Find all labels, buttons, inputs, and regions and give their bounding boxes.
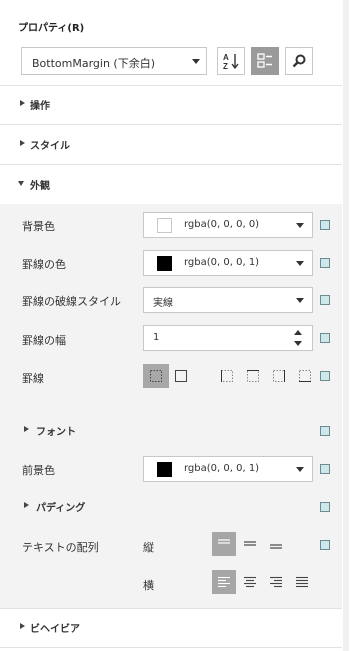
background-color-label: 背景色 [22, 220, 55, 233]
align-bottom-button[interactable] [264, 532, 288, 556]
search-button[interactable] [285, 47, 313, 75]
section-style[interactable]: スタイル [0, 125, 342, 164]
chevron-down-icon [192, 59, 200, 64]
align-top-icon [218, 539, 230, 544]
chevron-down-icon [296, 261, 304, 266]
border-color-value: rgba(0, 0, 0, 1) [184, 257, 260, 268]
border-box-icon [175, 370, 187, 382]
border-width-label: 罫線の幅 [22, 334, 66, 347]
border-width-stepper[interactable]: 1 [143, 325, 313, 351]
border-right-button[interactable] [266, 364, 292, 388]
border-dash-style-select[interactable]: 実線 [143, 287, 313, 313]
font-label: フォント [36, 427, 76, 438]
border-dotted-icon [150, 370, 162, 382]
align-bottom-icon [270, 544, 282, 549]
align-middle-button[interactable] [238, 532, 262, 556]
background-color-value: rgba(0, 0, 0, 0) [184, 219, 260, 230]
chevron-down-icon [296, 298, 304, 303]
border-top-button[interactable] [240, 364, 266, 388]
chevron-down-icon [18, 181, 24, 186]
sort-az-icon: A Z [223, 53, 239, 71]
border-dash-style-value: 実線 [153, 298, 173, 309]
search-icon [292, 54, 306, 68]
text-alignment-label: テキストの配列 [22, 541, 99, 554]
property-marker-icon[interactable] [320, 295, 330, 305]
border-bottom-button[interactable] [292, 364, 318, 388]
padding-group-toggle[interactable]: パディング [0, 494, 310, 518]
align-left-button[interactable] [212, 570, 236, 594]
align-justify-icon [296, 576, 308, 588]
scrollbar-thumb[interactable] [343, 0, 349, 651]
property-marker-icon[interactable] [320, 502, 330, 512]
border-all-button[interactable] [143, 364, 169, 388]
property-marker-icon[interactable] [320, 258, 330, 268]
align-right-button[interactable] [264, 570, 288, 594]
border-left-icon [221, 370, 233, 382]
chevron-down-icon [296, 223, 304, 228]
border-color-label: 罫線の色 [22, 258, 66, 271]
border-left-button[interactable] [214, 364, 240, 388]
stepper-up-icon[interactable] [294, 330, 302, 335]
section-style-label: スタイル [30, 141, 70, 152]
foreground-color-value: rgba(0, 0, 0, 1) [184, 463, 260, 474]
horizontal-alignment-label: 横 [143, 579, 154, 592]
chevron-right-icon [20, 140, 25, 146]
align-center-button[interactable] [238, 570, 262, 594]
property-marker-icon[interactable] [320, 333, 330, 343]
borders-label: 罫線 [22, 372, 44, 385]
property-marker-icon[interactable] [320, 464, 330, 474]
section-behavior[interactable]: ビヘイビア [0, 609, 342, 647]
property-marker-icon[interactable] [320, 540, 330, 550]
border-top-icon [247, 370, 259, 382]
align-right-icon [270, 576, 282, 588]
border-color-picker[interactable]: rgba(0, 0, 0, 1) [143, 250, 313, 276]
align-center-icon [244, 576, 256, 588]
divider [0, 647, 342, 648]
vertical-alignment-label: 縦 [143, 541, 154, 554]
property-marker-icon[interactable] [320, 371, 330, 381]
border-box-button[interactable] [168, 364, 194, 388]
foreground-color-picker[interactable]: rgba(0, 0, 0, 1) [143, 456, 313, 482]
align-justify-button[interactable] [290, 570, 314, 594]
svg-text:Z: Z [223, 62, 228, 71]
chevron-right-icon [20, 100, 25, 106]
background-color-picker[interactable]: rgba(0, 0, 0, 0) [143, 212, 313, 238]
chevron-right-icon [24, 502, 29, 508]
sort-alphabetical-button[interactable]: A Z [217, 47, 245, 75]
chevron-right-icon [20, 623, 25, 629]
chevron-down-icon [296, 467, 304, 472]
border-dash-style-label: 罫線の破線スタイル [22, 295, 121, 308]
border-width-value: 1 [153, 332, 160, 343]
stepper-down-icon[interactable] [294, 341, 302, 346]
padding-label: パディング [36, 503, 86, 514]
chevron-right-icon [24, 426, 29, 432]
category-view-icon [257, 53, 272, 68]
section-appearance[interactable]: 外観 [0, 165, 342, 204]
section-operations[interactable]: 操作 [0, 86, 342, 124]
foreground-color-label: 前景色 [22, 464, 55, 477]
svg-text:A: A [223, 53, 229, 62]
object-selector[interactable]: BottomMargin (下余白) [21, 47, 207, 75]
category-view-button[interactable] [251, 47, 279, 75]
color-swatch [157, 462, 172, 477]
border-right-icon [273, 370, 285, 382]
color-swatch [157, 256, 172, 271]
border-bottom-icon [299, 370, 311, 382]
font-group-toggle[interactable]: フォント [0, 418, 310, 442]
panel-title: プロパティ(R) [18, 23, 85, 34]
section-behavior-label: ビヘイビア [30, 624, 80, 635]
section-operations-label: 操作 [30, 101, 50, 112]
section-appearance-label: 外観 [30, 181, 50, 192]
property-marker-icon[interactable] [320, 220, 330, 230]
align-middle-icon [244, 541, 256, 546]
color-swatch [157, 218, 172, 233]
object-selector-value: BottomMargin (下余白) [32, 57, 155, 70]
property-marker-icon[interactable] [320, 426, 330, 436]
align-left-icon [218, 576, 230, 588]
align-top-button[interactable] [212, 532, 236, 556]
